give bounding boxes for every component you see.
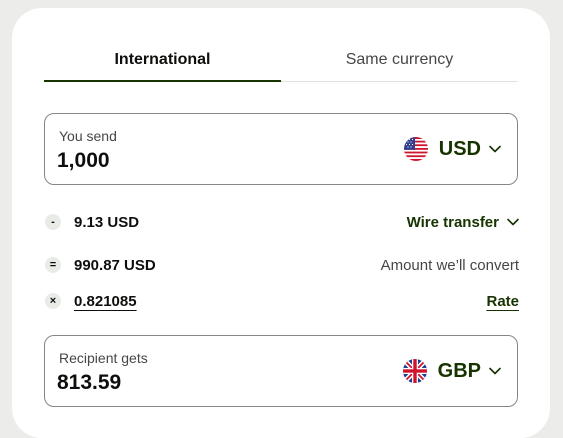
send-amount-input[interactable] [57, 149, 307, 173]
payment-method-label: Wire transfer [406, 213, 499, 231]
us-flag-icon [403, 137, 428, 161]
rate-value-link[interactable]: 0.821085 [74, 293, 137, 310]
tab-same-currency[interactable]: Same currency [281, 46, 518, 81]
transfer-calculator-card: International Same currency You send 1,0… [12, 8, 550, 438]
chevron-down-icon [489, 367, 501, 375]
receive-label: Recipient gets [59, 350, 148, 366]
chevron-down-icon [489, 145, 501, 153]
send-label: You send [59, 128, 117, 144]
receive-currency-code: GBP [437, 359, 481, 382]
equals-operator: = [45, 257, 61, 273]
transfer-type-tabs: International Same currency [44, 46, 518, 82]
send-currency-selector[interactable]: USD [403, 136, 501, 162]
send-currency-code: USD [438, 137, 481, 160]
tab-international[interactable]: International [44, 46, 281, 82]
receive-amount-input[interactable] [57, 371, 307, 395]
uk-flag-icon [402, 359, 427, 383]
convert-amount: 990.87 USD [74, 256, 156, 274]
minus-operator: - [45, 214, 61, 230]
send-amount-box[interactable]: You send 1,000 USD [44, 113, 518, 185]
convert-row: = 990.87 USD Amount we’ll convert [45, 254, 519, 276]
receive-amount-box[interactable]: Recipient gets GBP [44, 335, 518, 407]
receive-currency-selector[interactable]: GBP [402, 358, 501, 384]
payment-method-selector[interactable]: Wire transfer [407, 214, 519, 231]
rate-link[interactable]: Rate [486, 293, 519, 310]
rate-row: × 0.821085 Rate [45, 290, 519, 312]
fee-row: - 9.13 USD Wire transfer [45, 211, 519, 233]
multiply-operator: × [45, 293, 61, 309]
fee-amount: 9.13 USD [74, 213, 140, 231]
chevron-down-icon [507, 218, 519, 226]
convert-label: Amount we’ll convert [380, 256, 519, 274]
